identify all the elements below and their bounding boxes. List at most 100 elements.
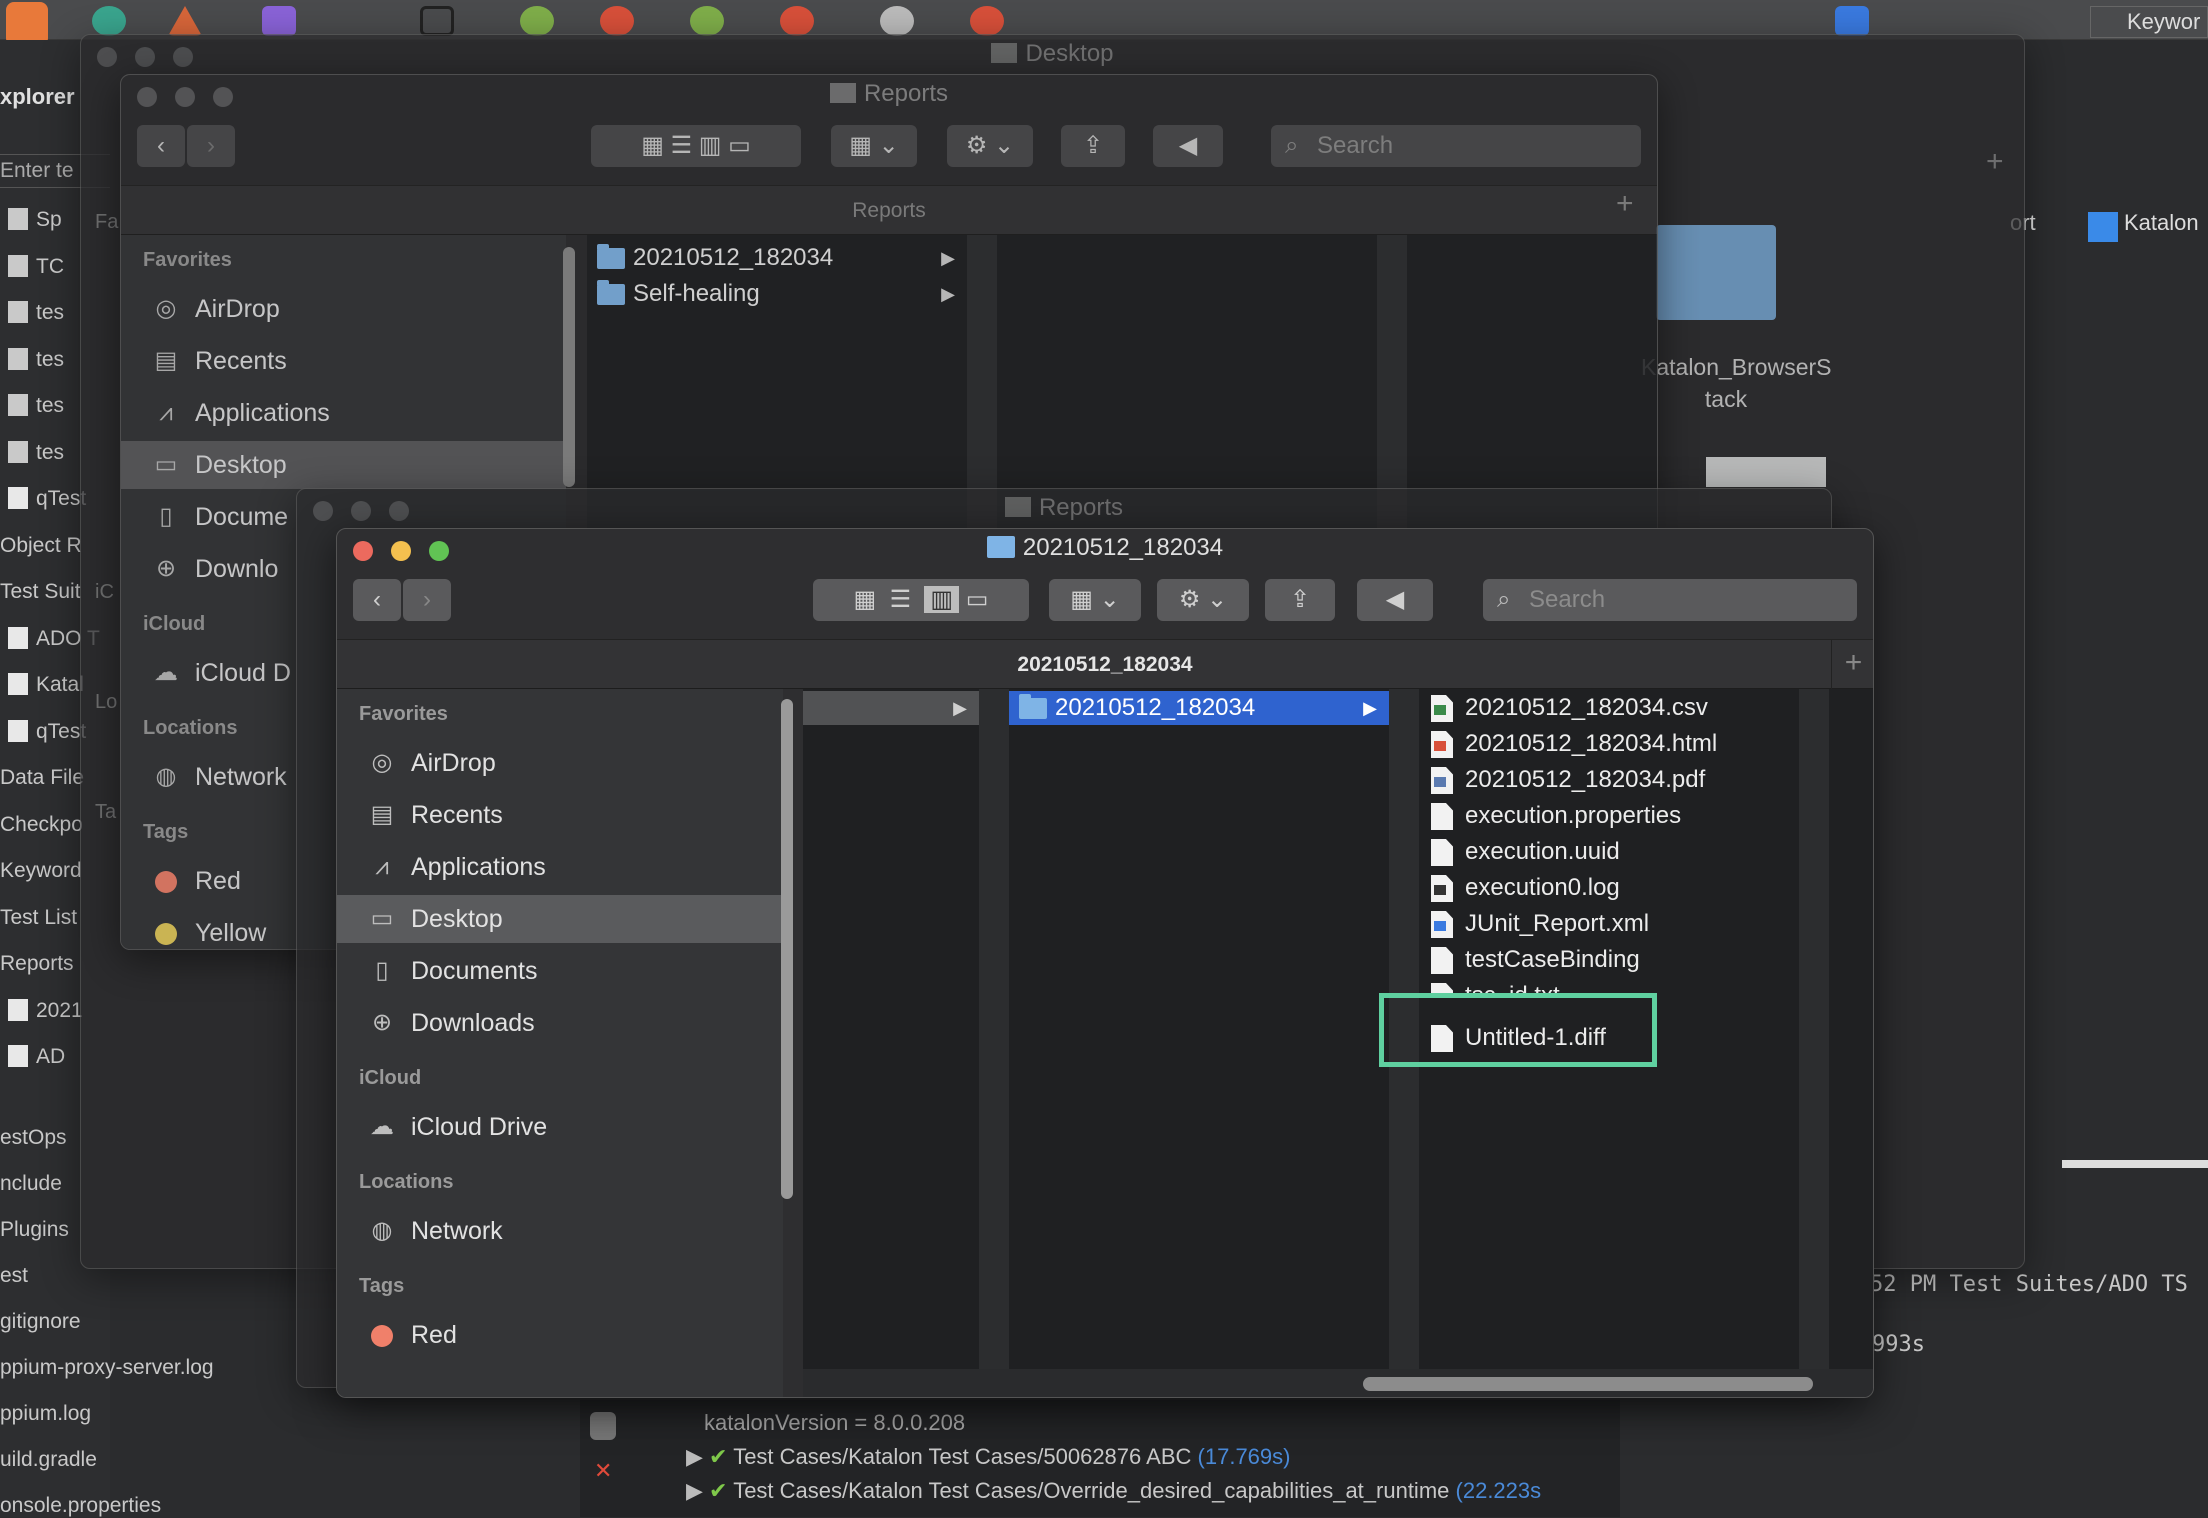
sidebar-scrollbar[interactable] (781, 699, 793, 1199)
list-view-icon[interactable]: ☰ (890, 586, 912, 613)
file-row[interactable]: execution0.log (1419, 871, 1799, 905)
icloud-icon: ☁ (154, 659, 178, 686)
explorer-item-label: tes (36, 347, 65, 371)
zoom-button[interactable] (173, 47, 193, 67)
forward-button[interactable]: › (403, 579, 451, 621)
column-view-icon[interactable]: ▥ (924, 586, 960, 613)
explorer-item[interactable]: gitignore (0, 1310, 250, 1334)
sidebar-item-applications[interactable]: ⩘ Applications (121, 389, 566, 437)
sidebar-item-applications[interactable]: ⩘ Applications (337, 843, 783, 891)
search-field[interactable]: ⌕ Search (1483, 579, 1857, 621)
action-button[interactable]: ⚙ ⌄ (1157, 579, 1249, 621)
view-switcher[interactable]: ▦ ☰ ▥ ▭ (813, 579, 1029, 621)
column-divider[interactable] (1799, 689, 1829, 1369)
add-tab-button[interactable]: + (1831, 639, 1873, 689)
keyword-button[interactable]: Keywor (2090, 6, 2208, 38)
explorer-item[interactable]: onsole.properties (0, 1494, 250, 1518)
file-row[interactable]: execution.properties (1419, 799, 1799, 833)
test-item-icon (8, 673, 28, 695)
group-button[interactable]: ▦ ⌄ (831, 125, 917, 167)
console-entry[interactable]: ▶ ✔ Test Cases/Katalon Test Cases/Overri… (686, 1478, 1541, 1504)
horizontal-scrollbar[interactable] (1363, 1377, 1813, 1391)
gallery-view-icon[interactable]: ▭ (966, 586, 989, 613)
zoom-button[interactable] (429, 541, 449, 561)
window-controls (97, 47, 211, 72)
search-field[interactable]: ⌕ Search (1271, 125, 1641, 167)
minimize-button[interactable] (175, 87, 195, 107)
group-button[interactable]: ▦ ⌄ (1049, 579, 1141, 621)
forward-button[interactable]: › (187, 125, 235, 167)
sidebar-item-network[interactable]: ◍ Network (337, 1207, 783, 1255)
sidebar-item-desktop[interactable]: ▭ Desktop (121, 441, 566, 489)
zoom-button[interactable] (389, 501, 409, 521)
file-row[interactable]: JUnit_Report.xml (1419, 907, 1799, 941)
zoom-button[interactable] (213, 87, 233, 107)
sidebar-item-airdrop[interactable]: ◎ AirDrop (337, 739, 783, 787)
sidebar-item-recents[interactable]: ▤ Recents (337, 791, 783, 839)
file-row[interactable]: testCaseBinding (1419, 943, 1799, 977)
close-button[interactable] (137, 87, 157, 107)
sidebar-tag-red[interactable]: Red (337, 1311, 783, 1359)
sidebar-scrollbar[interactable] (563, 247, 575, 487)
debug-stop-icon[interactable] (780, 6, 814, 36)
sidebar-item-desktop[interactable]: ▭ Desktop (337, 895, 783, 943)
tag-button[interactable]: ◀ (1153, 125, 1223, 167)
share-button[interactable]: ⇪ (1265, 579, 1335, 621)
debug-icon[interactable] (690, 6, 724, 36)
sidebar-item-recents[interactable]: ▤ Recents (121, 337, 566, 385)
view-switcher[interactable]: ▦ ☰ ▥ ▭ (591, 125, 801, 167)
console-scroll-icon[interactable] (590, 1412, 616, 1440)
sidebar-item-icloud-drive[interactable]: ☁ iCloud Drive (337, 1103, 783, 1151)
sidebar-item-label: Network (411, 1217, 503, 1245)
back-button[interactable]: ‹ (353, 579, 401, 621)
folder-row[interactable]: Self-healing ▶ (587, 277, 967, 311)
add-tab-button[interactable]: + (1986, 145, 2004, 179)
testops-icon[interactable] (1835, 6, 1869, 36)
terminal-icon[interactable] (420, 6, 454, 36)
minimize-button[interactable] (351, 501, 371, 521)
console-entry[interactable]: ▶ ✔ Test Cases/Katalon Test Cases/500628… (686, 1444, 1290, 1470)
desktop-folder-label[interactable]: Katalon_BrowserS tack (1641, 351, 1832, 415)
close-button[interactable] (313, 501, 333, 521)
katalon-breadcrumb[interactable]: Katalon (2124, 210, 2199, 236)
file-row[interactable]: 20210512_182034.pdf (1419, 763, 1799, 797)
stop-icon[interactable] (600, 6, 634, 36)
icon-view-icon[interactable]: ▦ (854, 586, 877, 613)
folder-icon[interactable] (1656, 225, 1776, 320)
sidebar-item-documents[interactable]: ▯ Documents (337, 947, 783, 995)
minimize-button[interactable] (391, 541, 411, 561)
sidebar-item-downloads[interactable]: ⊕ Downloads (337, 999, 783, 1047)
explorer-item[interactable]: ppium.log (0, 1402, 250, 1426)
file-row[interactable]: execution.uuid (1419, 835, 1799, 869)
spy-icon[interactable] (168, 6, 202, 36)
run-icon[interactable] (520, 6, 554, 36)
back-button[interactable]: ‹ (137, 125, 185, 167)
tag-button[interactable]: ◀ (1357, 579, 1433, 621)
file-row[interactable]: 20210512_182034.html (1419, 727, 1799, 761)
column-divider[interactable] (979, 689, 1009, 1369)
network-icon: ◍ (155, 763, 177, 790)
column-1-item[interactable]: ▶ (803, 691, 979, 725)
schedule-icon[interactable] (880, 6, 914, 36)
close-button[interactable] (353, 541, 373, 561)
test-item-icon (8, 394, 28, 416)
close-button[interactable] (97, 47, 117, 67)
folder-row[interactable]: 20210512_182034 ▶ (587, 241, 967, 275)
action-button[interactable]: ⚙ ⌄ (947, 125, 1033, 167)
explorer-item[interactable]: ppium-proxy-server.log (0, 1356, 250, 1380)
add-tab-button[interactable]: + (1616, 187, 1634, 221)
column-2-item-selected[interactable]: 20210512_182034 ▶ (1009, 691, 1389, 725)
minimize-button[interactable] (135, 47, 155, 67)
desktop-file-icon[interactable] (1706, 457, 1826, 487)
schedule-stop-icon[interactable] (970, 6, 1004, 36)
add-icon[interactable] (92, 6, 126, 36)
sidebar-section-header: iCloud (143, 613, 206, 635)
share-button[interactable]: ⇪ (1061, 125, 1125, 167)
sidebar-item-airdrop[interactable]: ◎ AirDrop (121, 285, 566, 333)
explorer-item[interactable]: uild.gradle (0, 1448, 250, 1472)
clear-failures-icon[interactable]: ✕ (594, 1458, 612, 1484)
tag-color-dot-icon (155, 871, 177, 893)
file-row[interactable]: 20210512_182034.csv (1419, 691, 1799, 725)
recents-icon: ▤ (370, 801, 394, 828)
record-icon[interactable] (262, 6, 296, 36)
